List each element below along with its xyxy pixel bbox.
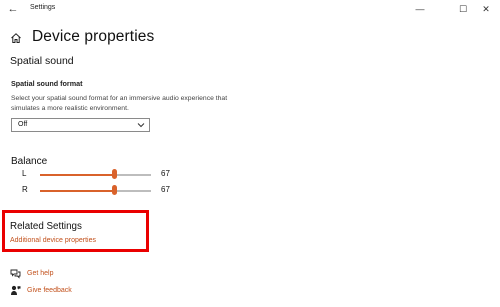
left-channel-label: L [22, 169, 27, 178]
left-slider-fill [40, 174, 115, 176]
close-button[interactable]: ✕ [476, 2, 496, 16]
page-title: Device properties [32, 28, 155, 45]
right-balance-value: 67 [161, 185, 170, 194]
maximize-button[interactable]: ☐ [453, 2, 473, 16]
home-icon[interactable] [10, 32, 22, 44]
additional-device-properties-link[interactable]: Additional device properties [10, 237, 96, 244]
right-channel-label: R [22, 185, 28, 194]
left-slider-thumb[interactable] [111, 169, 117, 179]
give-feedback-link[interactable]: Give feedback [27, 287, 72, 294]
right-balance-slider[interactable] [40, 190, 151, 192]
chevron-down-icon [137, 123, 145, 128]
right-slider-fill [40, 190, 115, 192]
get-help-link[interactable]: Get help [27, 270, 53, 277]
related-settings-heading: Related Settings [10, 221, 82, 232]
spatial-sound-heading: Spatial sound [10, 55, 74, 67]
spatial-format-label: Spatial sound format [11, 79, 83, 88]
back-button[interactable]: ← [6, 2, 20, 16]
spatial-format-dropdown[interactable]: Off [11, 118, 150, 132]
window-title: Settings [30, 4, 56, 11]
spatial-format-description: Select your spatial sound format for an … [11, 95, 228, 112]
right-slider-thumb[interactable] [111, 185, 117, 195]
left-balance-slider[interactable] [40, 174, 151, 176]
get-help-icon [10, 269, 21, 279]
minimize-button[interactable]: — [410, 2, 430, 16]
dropdown-selected-value: Off [18, 121, 28, 128]
feedback-icon [11, 285, 21, 295]
balance-heading: Balance [11, 156, 48, 167]
left-balance-value: 67 [161, 169, 170, 178]
